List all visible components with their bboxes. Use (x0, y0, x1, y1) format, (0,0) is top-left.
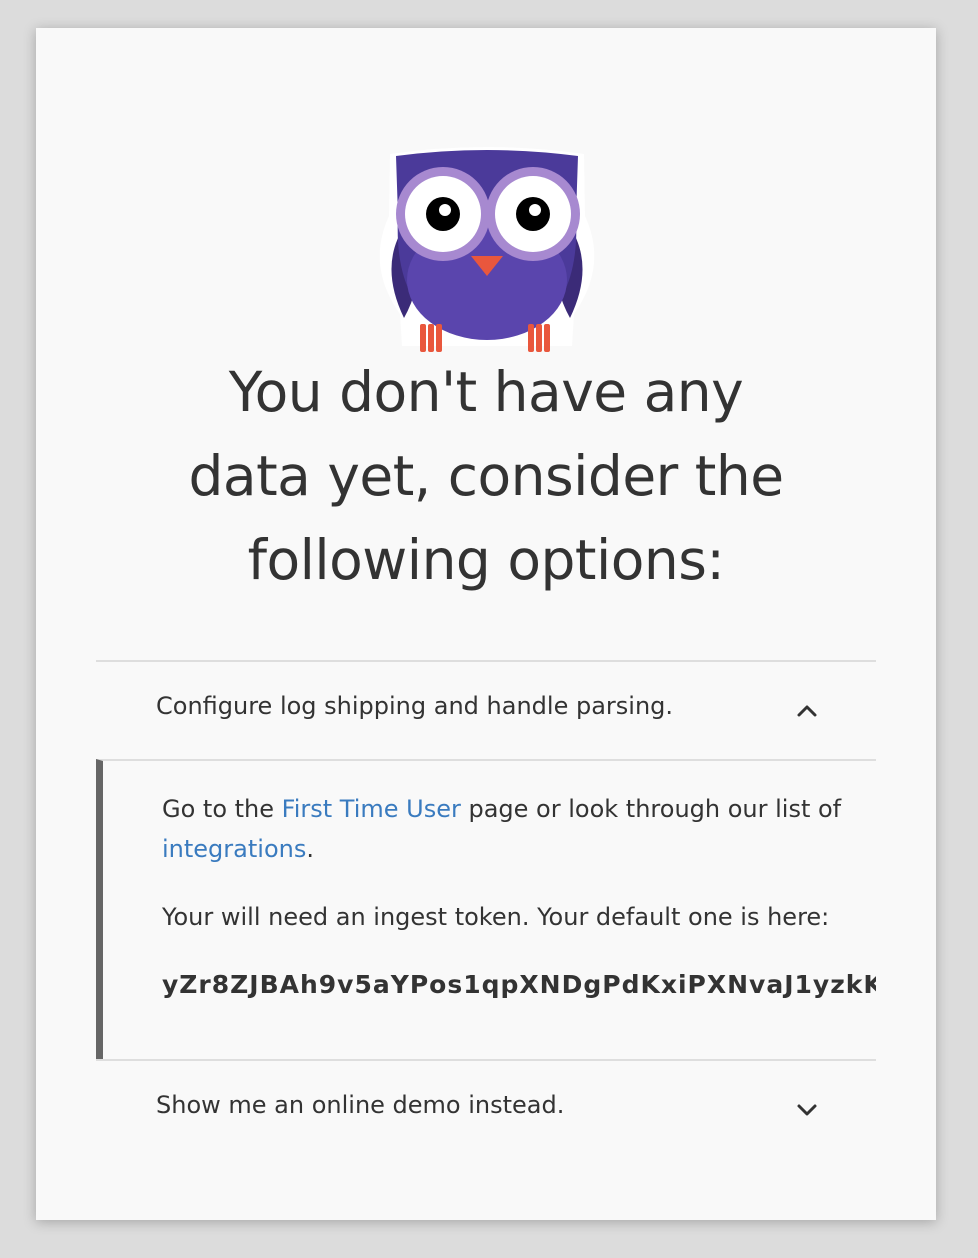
accordion-header-online-demo[interactable]: Show me an online demo instead. (96, 1059, 876, 1158)
instructions-paragraph: Go to the First Time User page or look t… (162, 789, 841, 869)
ingest-token-value[interactable]: yZr8ZJBAh9v5aYPos1qpXNDgPdKxiPXNvaJ1yzkK… (162, 965, 876, 1005)
instructions-text-end: . (306, 835, 314, 863)
integrations-link[interactable]: integrations (162, 835, 306, 863)
owl-mascot-icon (379, 147, 595, 352)
heading-line-2: data yet, consider the (188, 444, 784, 508)
empty-state-card: You don't have any data yet, consider th… (36, 28, 936, 1220)
chevron-up-icon[interactable] (796, 700, 818, 722)
heading-line-1: You don't have any (228, 360, 744, 424)
instructions-text-middle: page or look through our list of (460, 795, 842, 823)
first-time-user-link[interactable]: First Time User (282, 795, 461, 823)
token-intro-text: Your will need an ingest token. Your def… (162, 903, 830, 931)
accordion-title-online-demo: Show me an online demo instead. (156, 1091, 565, 1119)
instructions-text-start: Go to the (162, 795, 282, 823)
accordion-title-log-shipping: Configure log shipping and handle parsin… (156, 692, 674, 720)
heading-line-3: following options: (247, 528, 725, 592)
accordion-header-log-shipping[interactable]: Configure log shipping and handle parsin… (96, 660, 876, 759)
chevron-down-icon[interactable] (796, 1099, 818, 1121)
options-accordion: Configure log shipping and handle parsin… (96, 660, 876, 1158)
empty-state-heading: You don't have any data yet, consider th… (96, 350, 876, 602)
accordion-panel-log-shipping: Go to the First Time User page or look t… (96, 759, 876, 1059)
